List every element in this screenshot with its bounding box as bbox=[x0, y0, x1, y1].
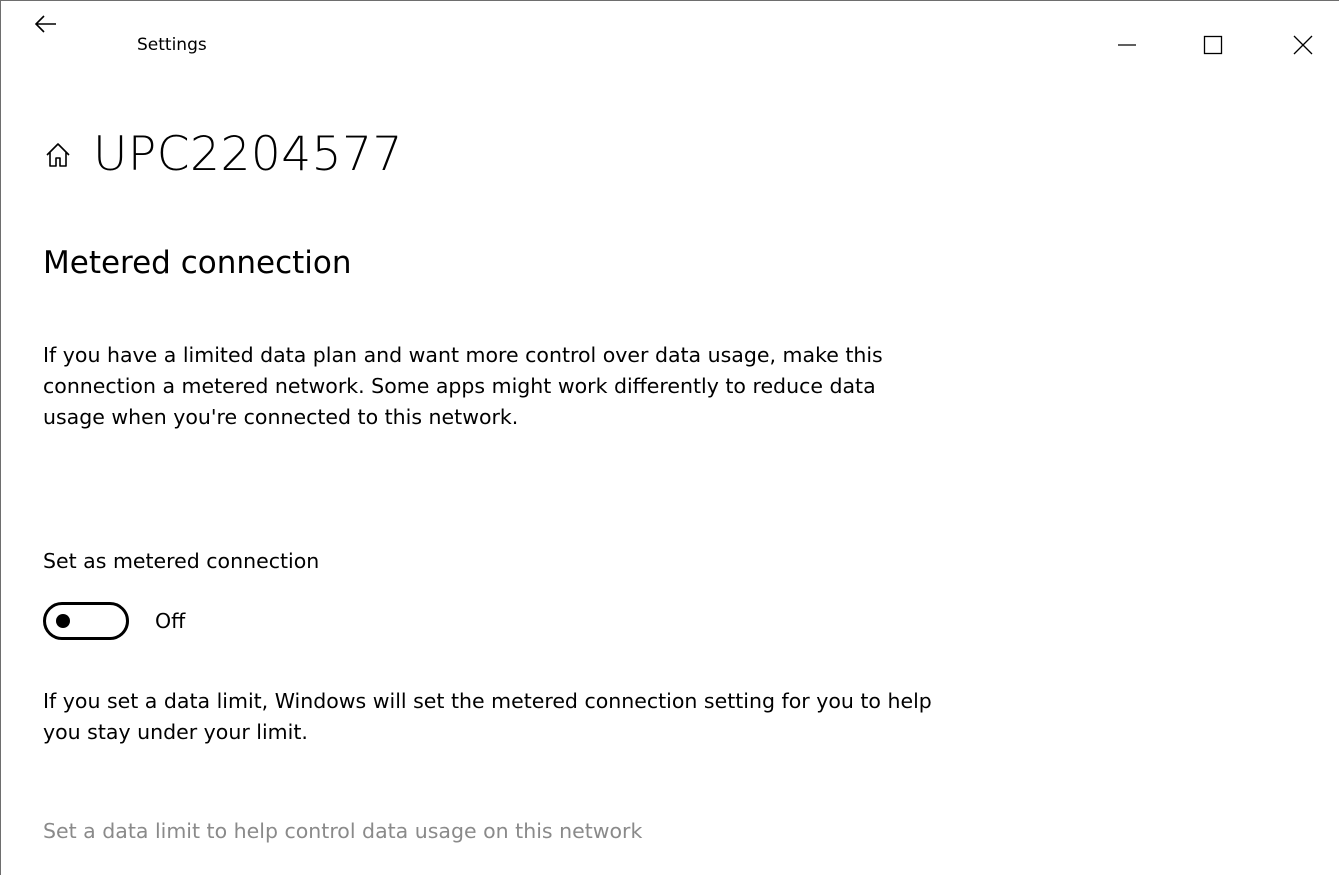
close-icon bbox=[1293, 35, 1313, 55]
back-button[interactable] bbox=[23, 1, 69, 47]
toggle-state-text: Off bbox=[155, 608, 186, 633]
data-limit-description: If you set a data limit, Windows will se… bbox=[43, 689, 932, 744]
toggle-label: Set as metered connection bbox=[43, 549, 320, 573]
maximize-button[interactable] bbox=[1167, 1, 1259, 89]
minimize-icon bbox=[1118, 44, 1136, 46]
minimize-button[interactable] bbox=[1081, 1, 1173, 89]
close-button[interactable] bbox=[1257, 1, 1339, 89]
arrow-left-icon bbox=[35, 15, 56, 33]
section-heading: Metered connection bbox=[43, 245, 352, 281]
metered-toggle-row: Off bbox=[43, 601, 185, 641]
home-icon bbox=[45, 142, 71, 168]
page-title: UPC2204577 bbox=[93, 127, 403, 182]
title-bar: Settings bbox=[1, 1, 1339, 55]
page-header: UPC2204577 bbox=[45, 125, 403, 185]
settings-window: Settings UPC2204577 Metered connection I… bbox=[0, 0, 1339, 875]
toggle-knob bbox=[56, 614, 70, 628]
metered-connection-toggle[interactable] bbox=[43, 602, 129, 640]
set-data-limit-link: Set a data limit to help control data us… bbox=[43, 819, 643, 843]
maximize-icon bbox=[1203, 35, 1223, 55]
window-title: Settings bbox=[137, 35, 207, 55]
metered-description: If you have a limited data plan and want… bbox=[43, 343, 883, 429]
